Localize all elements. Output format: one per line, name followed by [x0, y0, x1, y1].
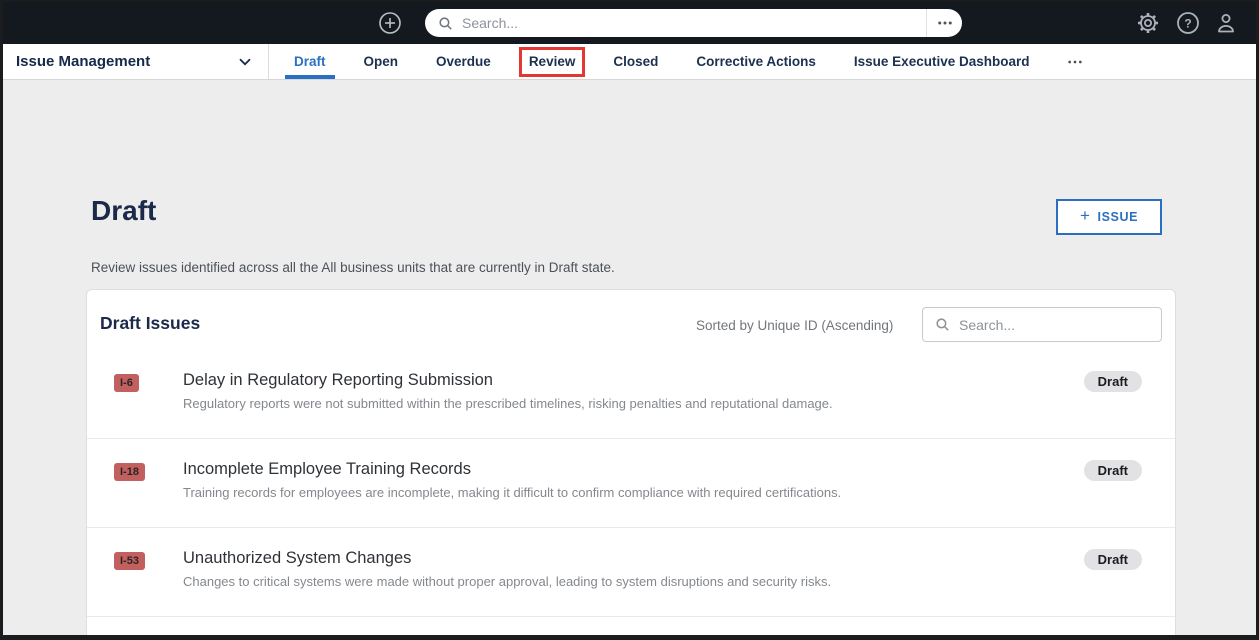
chevron-down-icon: [236, 53, 254, 71]
more-tabs-button[interactable]: [1067, 44, 1083, 79]
issue-id-badge[interactable]: I-18: [114, 463, 145, 481]
help-button[interactable]: ?: [1176, 11, 1200, 35]
search-icon: [934, 316, 951, 333]
ellipsis-icon: [1067, 54, 1083, 70]
tab-issue-executive-dashboard[interactable]: Issue Executive Dashboard: [854, 44, 1030, 79]
add-issue-button[interactable]: + ISSUE: [1056, 199, 1162, 235]
issue-title[interactable]: Unauthorized System Changes: [183, 549, 1064, 568]
issue-text: Unauthorized System Changes Changes to c…: [183, 549, 1084, 589]
tab-closed[interactable]: Closed: [613, 44, 658, 79]
tab-overdue[interactable]: Overdue: [436, 44, 491, 79]
issue-title[interactable]: Incomplete Employee Training Records: [183, 460, 1064, 479]
ellipsis-icon: [936, 14, 954, 32]
draft-issues-panel: Draft Issues Sorted by Unique ID (Ascend…: [86, 289, 1176, 640]
app-window: ? Issue Management Draft Open Overdue Re…: [0, 0, 1259, 640]
tab-corrective-actions[interactable]: Corrective Actions: [696, 44, 816, 79]
status-badge: Draft: [1084, 460, 1142, 481]
issue-row[interactable]: I-6 Delay in Regulatory Reporting Submis…: [87, 350, 1175, 439]
tab-draft[interactable]: Draft: [294, 44, 326, 79]
issue-id-badge[interactable]: I-53: [114, 552, 145, 570]
sort-indicator: Sorted by Unique ID (Ascending): [696, 318, 893, 333]
global-search-input[interactable]: [454, 9, 926, 37]
global-search: [425, 9, 962, 37]
page-content: Draft + ISSUE Review issues identified a…: [3, 80, 1256, 635]
issue-row[interactable]: I-53 Unauthorized System Changes Changes…: [87, 528, 1175, 617]
question-circle-icon: ?: [1176, 11, 1200, 35]
user-menu-button[interactable]: [1214, 11, 1238, 35]
panel-title: Draft Issues: [100, 313, 200, 334]
top-bar: ?: [3, 2, 1256, 44]
nav-bar: Issue Management Draft Open Overdue Revi…: [3, 44, 1256, 80]
status-badge: Draft: [1084, 371, 1142, 392]
search-options-button[interactable]: [926, 9, 962, 37]
issue-row[interactable]: I-63 Failure to Track KPIs Key performan…: [87, 617, 1175, 640]
panel-search-input[interactable]: [951, 308, 1161, 341]
issue-row[interactable]: I-18 Incomplete Employee Training Record…: [87, 439, 1175, 528]
issue-description: Changes to critical systems were made wi…: [183, 574, 1064, 589]
issue-text: Delay in Regulatory Reporting Submission…: [183, 371, 1084, 411]
plus-circle-icon: [378, 11, 402, 35]
page-description: Review issues identified across all the …: [91, 260, 615, 275]
issue-text: Incomplete Employee Training Records Tra…: [183, 460, 1084, 500]
svg-text:?: ?: [1184, 17, 1191, 31]
issue-id-cell: I-53: [114, 549, 183, 570]
issue-id-cell: I-6: [114, 371, 183, 392]
tab-open[interactable]: Open: [364, 44, 399, 79]
status-badge: Draft: [1084, 549, 1142, 570]
app-name: Issue Management: [16, 53, 150, 70]
issue-id-badge[interactable]: I-6: [114, 374, 139, 392]
issue-title[interactable]: Delay in Regulatory Reporting Submission: [183, 371, 1064, 390]
page-title: Draft: [91, 195, 156, 227]
issue-id-cell: I-18: [114, 460, 183, 481]
tab-strip: Draft Open Overdue Review Closed Correct…: [294, 44, 1083, 79]
person-icon: [1214, 11, 1238, 35]
settings-button[interactable]: [1136, 11, 1160, 35]
issue-description: Regulatory reports were not submitted wi…: [183, 396, 1064, 411]
gear-icon: [1136, 11, 1160, 35]
panel-search: [922, 307, 1162, 342]
issue-list: I-6 Delay in Regulatory Reporting Submis…: [87, 350, 1175, 640]
search-icon: [437, 15, 454, 32]
issue-description: Training records for employees are incom…: [183, 485, 1064, 500]
app-switcher[interactable]: Issue Management: [3, 44, 269, 79]
plus-icon: +: [1080, 206, 1091, 226]
tab-review[interactable]: Review: [529, 44, 576, 79]
add-issue-label: ISSUE: [1098, 210, 1139, 224]
create-button[interactable]: [378, 11, 402, 35]
